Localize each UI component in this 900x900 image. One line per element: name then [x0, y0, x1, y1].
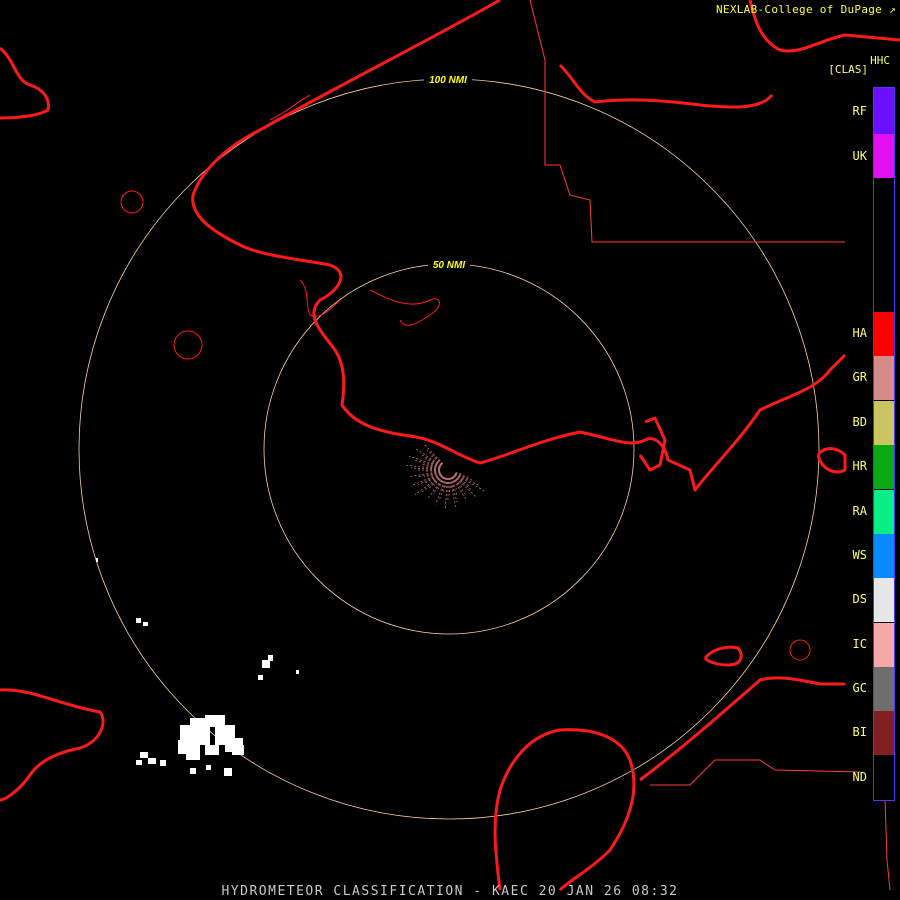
legend-swatch-bi — [874, 711, 894, 755]
legend-swatch-rf — [874, 88, 894, 134]
echo-cell — [186, 752, 200, 760]
clutter-spike — [423, 443, 444, 465]
legend-label-ic: IC — [852, 637, 867, 651]
echo-cell — [140, 752, 148, 758]
echo-cell — [190, 768, 196, 774]
echo-cell — [136, 618, 141, 623]
product-title: HYDROMETEOR CLASSIFICATION - KAEC 20 JAN… — [221, 884, 679, 899]
legend-label-bd: BD — [852, 415, 867, 429]
legend-swatch-ra — [874, 490, 894, 534]
legend-swatch-nd — [874, 756, 894, 800]
echo-cell — [148, 758, 156, 764]
clutter-spike — [425, 470, 441, 472]
state-boundaries — [529, 0, 891, 891]
legend-label-gc: GC — [852, 681, 867, 695]
ground-clutter — [404, 443, 485, 509]
range-ring-label-50: 50 NMI — [433, 260, 465, 271]
clutter-spike — [449, 477, 457, 509]
coastlines — [0, 0, 900, 892]
clutter-spike — [451, 476, 468, 501]
legend-label-hr: HR — [852, 459, 867, 473]
clutter-spike — [455, 472, 469, 478]
legend-swatch-uk — [874, 134, 894, 178]
legend-label-nd: ND — [852, 770, 867, 784]
echo-cell — [178, 740, 200, 754]
legend-label-ds: DS — [852, 592, 867, 606]
legend-label-rf: RF — [852, 104, 867, 118]
clutter-spike — [414, 474, 443, 495]
echo-cell — [96, 558, 98, 562]
product-class: [CLAS] — [828, 63, 868, 76]
legend-swatch-hr — [874, 445, 894, 489]
radar-map: 100 NMI 50 NMI — [0, 0, 900, 892]
clutter-spike — [427, 466, 441, 469]
echo-cell — [258, 675, 263, 680]
credit-text: NEXLAB-College of DuPage — [715, 3, 883, 16]
legend-label-ws: WS — [852, 548, 867, 562]
echo-cell — [262, 660, 270, 668]
clutter-spike — [426, 449, 443, 465]
echo-cell — [232, 745, 244, 755]
echo-cell — [224, 768, 232, 776]
lakes — [120, 94, 811, 661]
echo-cell — [206, 765, 211, 770]
legend-swatch-gc — [874, 667, 894, 711]
legend-label-uk: UK — [852, 149, 867, 163]
legend-label-ra: RA — [852, 504, 867, 518]
legend-label-gr: GR — [852, 370, 867, 384]
legend-swatch-bd — [874, 401, 894, 445]
external-link-icon: ↗ — [889, 3, 896, 16]
radar-echoes — [96, 558, 299, 776]
legend-label-ha: HA — [852, 326, 867, 340]
echo-cell — [205, 745, 219, 755]
legend-swatch-ic — [874, 623, 894, 667]
echo-cell — [143, 622, 148, 626]
legend-swatch-ha — [874, 312, 894, 356]
echo-cell — [296, 670, 299, 674]
clutter-spike — [448, 477, 451, 496]
legend-swatch-gr — [874, 356, 894, 400]
echo-cell — [136, 760, 142, 765]
clutter-spike — [427, 475, 443, 490]
legend-swatch-ws — [874, 534, 894, 578]
product-code: HHC — [870, 54, 890, 67]
legend-label-bi: BI — [852, 725, 867, 739]
range-ring-label-100: 100 NMI — [429, 75, 467, 86]
color-legend-bar — [873, 87, 895, 801]
echo-cell — [160, 760, 166, 766]
legend-swatch-ds — [874, 578, 894, 622]
echo-cell — [268, 655, 273, 661]
credit-label[interactable]: NEXLAB-College of DuPage ↗ — [716, 3, 896, 16]
